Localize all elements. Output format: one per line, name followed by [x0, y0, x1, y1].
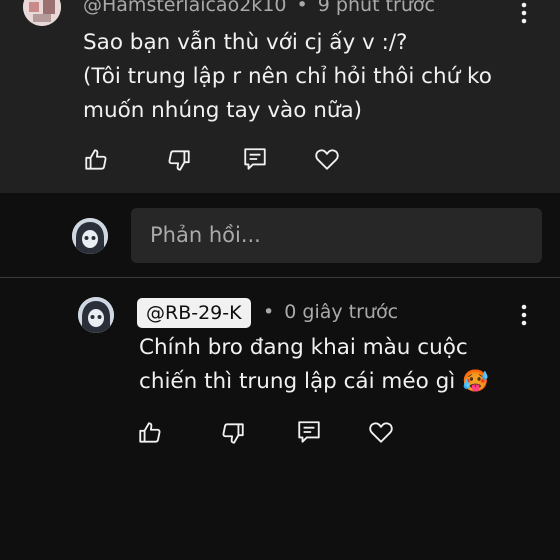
- parent-reply-button[interactable]: [242, 146, 268, 172]
- parent-more-button[interactable]: [514, 0, 534, 26]
- reply-comment-meta: • 0 giây trước: [263, 301, 398, 323]
- like-icon: [85, 149, 107, 170]
- like-icon: [139, 422, 161, 443]
- heart-icon: [315, 149, 339, 170]
- reply-comment-body: Chính bro đang khai màu cuộc chiến thì t…: [139, 335, 468, 394]
- more-vertical-icon: [521, 304, 527, 326]
- reply-input[interactable]: Phản hồi...: [131, 208, 542, 263]
- reply-icon: [298, 421, 320, 443]
- parent-comment-meta: @Hamsterlaicao2k10 • 9 phút trước: [83, 0, 435, 16]
- reply-comment-author[interactable]: @RB-29-K: [137, 298, 251, 328]
- reply-dislike-button[interactable]: [220, 420, 246, 446]
- divider: [0, 277, 560, 278]
- hot-face-emoji: 🥵: [462, 369, 489, 394]
- reply-comment-avatar[interactable]: [78, 297, 114, 333]
- parent-comment-author[interactable]: @Hamsterlaicao2k10: [83, 0, 286, 16]
- dislike-icon: [168, 150, 190, 171]
- dislike-icon: [222, 423, 244, 444]
- parent-like-button[interactable]: [83, 147, 109, 173]
- more-vertical-icon: [521, 2, 527, 24]
- meta-separator: •: [263, 301, 275, 323]
- parent-comment-time: 9 phút trước: [317, 0, 435, 16]
- current-user-avatar: [72, 218, 108, 254]
- reply-icon: [244, 148, 266, 170]
- parent-dislike-button[interactable]: [166, 147, 192, 173]
- parent-comment-avatar[interactable]: [23, 0, 61, 26]
- parent-comment-card: @Hamsterlaicao2k10 • 9 phút trước Sao bạ…: [0, 0, 560, 193]
- reply-more-button[interactable]: [514, 302, 534, 328]
- parent-heart-button[interactable]: [314, 146, 340, 172]
- reply-reply-button[interactable]: [296, 419, 322, 445]
- heart-icon: [369, 422, 393, 443]
- reply-heart-button[interactable]: [368, 419, 394, 445]
- parent-comment-text: Sao bạn vẫn thù với cj ấy v :/? (Tôi tru…: [83, 30, 492, 123]
- reply-comment-time: 0 giây trước: [284, 301, 399, 323]
- reply-comment-text: Chính bro đang khai màu cuộc chiến thì t…: [139, 331, 489, 399]
- meta-separator: •: [296, 0, 308, 16]
- reply-like-button[interactable]: [137, 420, 163, 446]
